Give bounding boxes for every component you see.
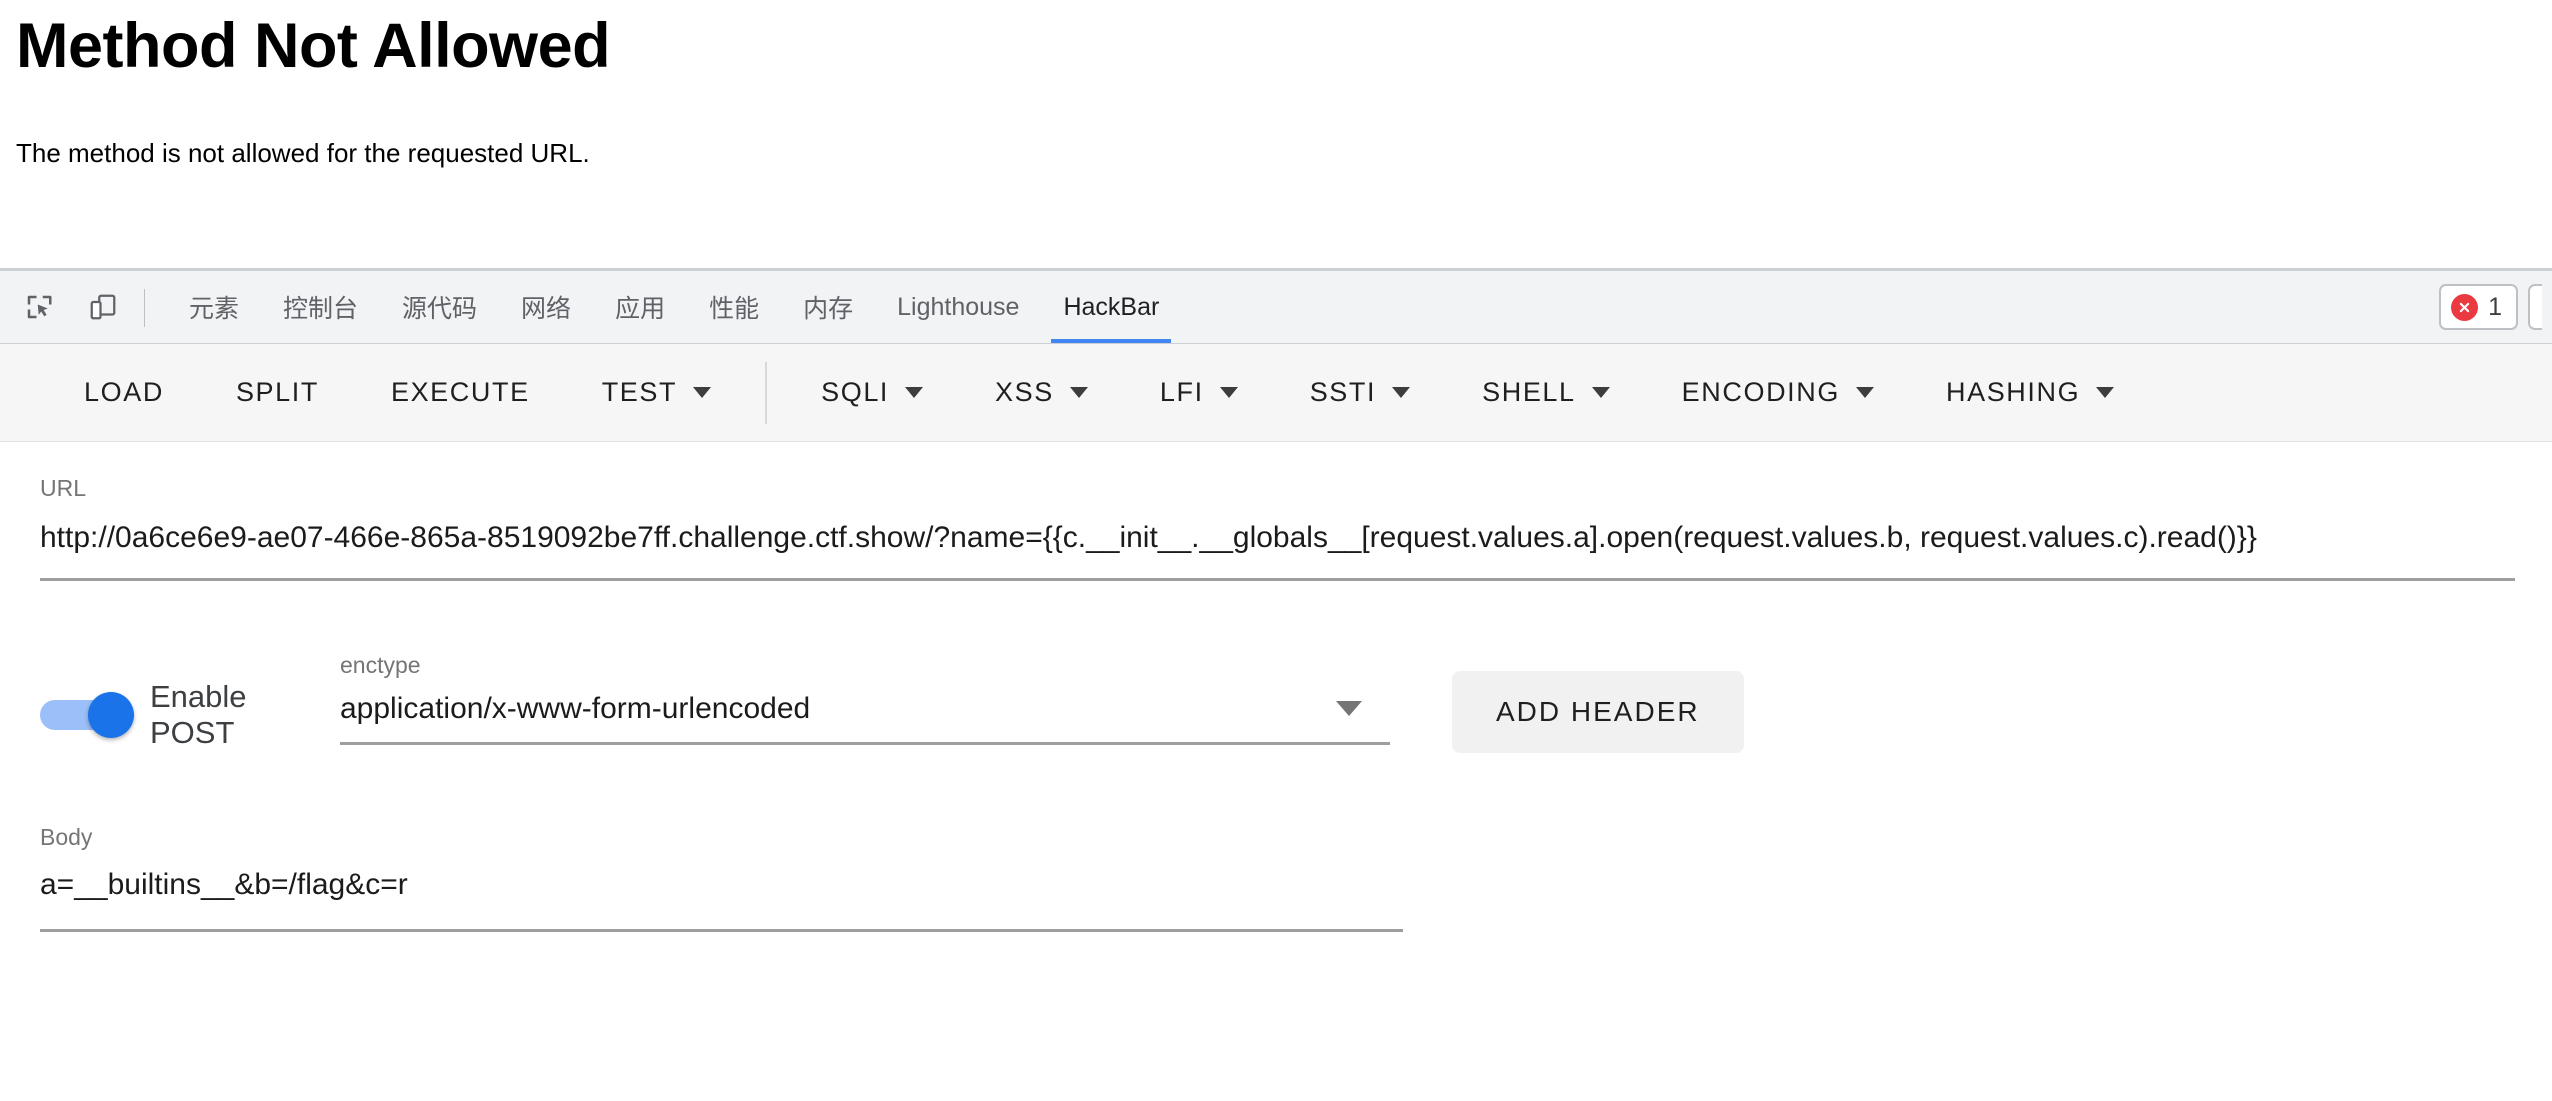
button-label: SQLI — [821, 377, 890, 407]
tab-label: 网络 — [521, 295, 572, 323]
chevron-down-icon — [1392, 387, 1411, 398]
post-settings-row: Enable POST enctype application/x-www-fo… — [40, 651, 2512, 773]
overflow-badge-partial[interactable] — [2528, 284, 2542, 330]
button-label: ENCODING — [1681, 377, 1840, 407]
button-label: TEST — [601, 377, 678, 407]
test-menu-button[interactable]: TEST — [566, 377, 747, 408]
tab-performance[interactable]: 性能 — [687, 271, 781, 343]
tab-elements[interactable]: 元素 — [167, 271, 261, 343]
devtools-tabbar: 元素 控制台 源代码 网络 应用 性能 内存 Lighthouse HackBa… — [0, 271, 2552, 344]
tab-network[interactable]: 网络 — [499, 271, 593, 343]
chevron-down-icon — [2096, 387, 2115, 398]
toggle-knob — [88, 692, 134, 739]
chevron-down-icon — [1591, 387, 1610, 398]
chevron-down-icon — [905, 387, 924, 398]
button-label: SSTI — [1309, 377, 1377, 407]
enctype-field-group: enctype application/x-www-form-urlencode… — [340, 651, 1390, 746]
url-label: URL — [40, 475, 87, 501]
xss-menu-button[interactable]: XSS — [959, 377, 1124, 408]
enctype-label: enctype — [340, 651, 421, 678]
encoding-menu-button[interactable]: ENCODING — [1646, 377, 1910, 408]
tab-sources[interactable]: 源代码 — [380, 271, 499, 343]
split-button[interactable]: SPLIT — [200, 377, 355, 408]
tab-label: Lighthouse — [897, 292, 1020, 321]
ssti-menu-button[interactable]: SSTI — [1274, 377, 1446, 408]
button-label: LFI — [1159, 377, 1204, 407]
error-circle-icon — [2451, 293, 2479, 321]
lfi-menu-button[interactable]: LFI — [1124, 377, 1274, 408]
tab-label: HackBar — [1063, 292, 1160, 321]
devtools-tabs: 元素 控制台 源代码 网络 应用 性能 内存 Lighthouse HackBa… — [167, 271, 1181, 343]
page-title: Method Not Allowed — [16, 11, 611, 81]
tab-label: 性能 — [709, 295, 760, 323]
device-toolbar-icon[interactable] — [82, 286, 124, 328]
tab-label: 应用 — [615, 295, 666, 323]
chevron-down-icon — [693, 387, 712, 398]
devtools-tool-icons — [0, 271, 124, 343]
body-label: Body — [40, 823, 93, 850]
tab-label: 控制台 — [283, 295, 359, 323]
tab-console[interactable]: 控制台 — [261, 271, 380, 343]
error-count-badge[interactable]: 1 — [2439, 284, 2518, 330]
url-input[interactable]: http://0a6ce6e9-ae07-466e-865a-8519092be… — [40, 517, 2512, 560]
chevron-down-icon — [1336, 701, 1362, 717]
hackbar-toolbar: LOAD SPLIT EXECUTE TEST SQLI XSS LFI SST… — [0, 344, 2552, 442]
inspect-element-icon[interactable] — [18, 286, 60, 328]
body-input[interactable]: a=__builtins__&b=/flag&c=r — [40, 864, 2512, 907]
tab-lighthouse[interactable]: Lighthouse — [875, 271, 1041, 343]
toolbar-divider — [144, 289, 145, 327]
toolbar-group-divider — [765, 361, 768, 424]
tab-label: 源代码 — [402, 295, 478, 323]
page-description: The method is not allowed for the reques… — [16, 138, 590, 169]
error-count-label: 1 — [2488, 292, 2502, 321]
enctype-selected-value: application/x-www-form-urlencoded — [340, 692, 811, 726]
button-label: EXECUTE — [390, 377, 530, 407]
body-field-group: Body a=__builtins__&b=/flag&c=r — [40, 823, 2512, 932]
tab-label: 内存 — [803, 295, 854, 323]
load-button[interactable]: LOAD — [48, 377, 200, 408]
chevron-down-icon — [1219, 387, 1238, 398]
url-field-group: URL http://0a6ce6e9-ae07-466e-865a-85190… — [40, 442, 2515, 581]
devtools-panel: 元素 控制台 源代码 网络 应用 性能 内存 Lighthouse HackBa… — [0, 268, 2552, 1101]
enable-post-toggle-group: Enable POST — [40, 679, 330, 752]
chevron-down-icon — [1069, 387, 1088, 398]
tab-application[interactable]: 应用 — [593, 271, 687, 343]
enctype-select-underline — [340, 742, 1390, 746]
button-label: XSS — [995, 377, 1054, 407]
button-label: ADD HEADER — [1496, 695, 1700, 727]
url-input-underline — [40, 577, 2515, 581]
devtools-tabbar-right: 1 — [2439, 271, 2552, 343]
tab-memory[interactable]: 内存 — [781, 271, 875, 343]
error-page-content: Method Not Allowed The method is not all… — [0, 0, 2552, 268]
enable-post-toggle[interactable] — [40, 692, 136, 739]
chevron-down-icon — [1855, 387, 1874, 398]
shell-menu-button[interactable]: SHELL — [1446, 377, 1646, 408]
hashing-menu-button[interactable]: HASHING — [1910, 377, 2150, 408]
add-header-button[interactable]: ADD HEADER — [1452, 670, 1744, 753]
execute-button[interactable]: EXECUTE — [355, 377, 566, 408]
tab-label: 元素 — [189, 295, 240, 323]
sqli-menu-button[interactable]: SQLI — [785, 377, 959, 408]
button-label: LOAD — [84, 377, 164, 407]
button-label: SPLIT — [235, 377, 319, 407]
hackbar-form: URL http://0a6ce6e9-ae07-466e-865a-85190… — [0, 442, 2552, 932]
button-label: HASHING — [1945, 377, 2081, 407]
body-input-underline — [40, 928, 1403, 932]
button-label: SHELL — [1482, 377, 1576, 407]
tab-hackbar[interactable]: HackBar — [1041, 271, 1181, 343]
enctype-select[interactable]: application/x-www-form-urlencoded — [340, 692, 1390, 726]
enable-post-label: Enable POST — [150, 678, 247, 751]
